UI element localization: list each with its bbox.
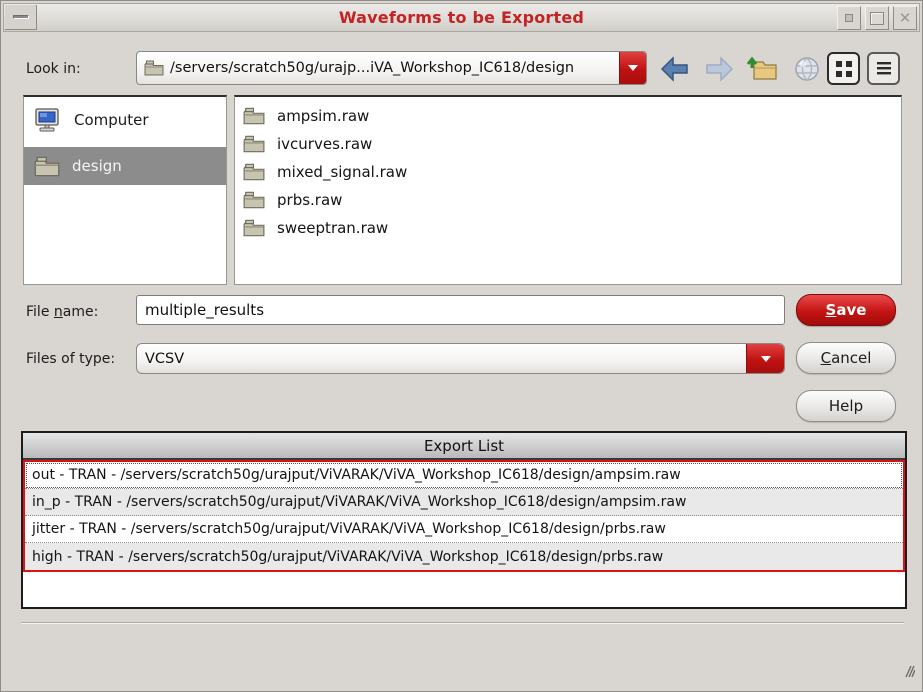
detail-view-button[interactable] — [867, 52, 900, 85]
file-item-label: mixed_signal.raw — [277, 163, 408, 181]
folder-icon — [243, 107, 265, 125]
file-list-panel: ampsim.raw ivcurves.raw mixed_signal.raw… — [234, 95, 902, 285]
file-item-ampsim[interactable]: ampsim.raw — [235, 102, 901, 130]
file-item-label: ivcurves.raw — [277, 135, 373, 153]
files-of-type-label: Files of type: — [26, 351, 116, 367]
sidebar-item-design[interactable]: design — [24, 147, 226, 185]
export-row[interactable]: out - TRAN - /servers/scratch50g/urajput… — [25, 462, 903, 489]
file-item-sweeptran[interactable]: sweeptran.raw — [235, 214, 901, 242]
icon-view-icon — [835, 60, 852, 77]
globe-icon — [795, 56, 819, 81]
look-in-combobox[interactable]: /servers/scratch50g/urajp...iVA_Workshop… — [136, 51, 647, 85]
files-of-type-dropdown-arrow[interactable] — [746, 344, 784, 373]
new-folder-button[interactable] — [789, 52, 825, 85]
cancel-button[interactable]: Cancel — [796, 342, 896, 374]
chevron-down-icon — [628, 65, 638, 71]
look-in-dropdown-arrow[interactable] — [619, 52, 646, 84]
close-icon: ✕ — [898, 8, 912, 27]
detail-view-icon — [876, 61, 891, 74]
save-button[interactable]: Save — [796, 294, 896, 326]
title-bar[interactable]: Waveforms to be Exported ✕ — [3, 3, 920, 32]
window-title: Waveforms to be Exported — [338, 8, 585, 27]
file-item-prbs[interactable]: prbs.raw — [235, 186, 901, 214]
export-row[interactable]: in_p - TRAN - /servers/scratch50g/urajpu… — [25, 489, 903, 516]
parent-directory-icon — [746, 56, 777, 80]
maximize-button[interactable] — [865, 6, 889, 30]
export-list-selection: out - TRAN - /servers/scratch50g/urajput… — [23, 460, 905, 572]
file-item-mixed-signal[interactable]: mixed_signal.raw — [235, 158, 901, 186]
export-row[interactable]: high - TRAN - /servers/scratch50g/urajpu… — [25, 543, 903, 570]
close-button[interactable]: ✕ — [893, 6, 917, 30]
folder-icon — [243, 191, 265, 209]
file-item-ivcurves[interactable]: ivcurves.raw — [235, 130, 901, 158]
back-button[interactable] — [657, 52, 693, 85]
sidebar-item-label: design — [72, 157, 122, 175]
computer-icon — [35, 108, 59, 132]
export-list-header: Export List — [23, 433, 905, 460]
minimize-icon — [845, 14, 853, 22]
folder-icon — [34, 156, 60, 176]
folder-icon — [243, 135, 265, 153]
export-dialog-window: Waveforms to be Exported ✕ Look in: /ser… — [0, 0, 923, 692]
files-of-type-combobox[interactable]: VCSV — [136, 343, 785, 374]
file-item-label: ampsim.raw — [277, 107, 370, 125]
file-name-input[interactable] — [136, 295, 785, 325]
current-path: /servers/scratch50g/urajp...iVA_Workshop… — [170, 60, 575, 76]
folder-icon — [243, 163, 265, 181]
export-row[interactable]: jitter - TRAN - /servers/scratch50g/uraj… — [25, 516, 903, 543]
sidebar-item-computer[interactable]: Computer — [24, 101, 226, 139]
forward-arrow-icon — [706, 55, 734, 82]
icon-view-button[interactable] — [827, 52, 860, 85]
folder-icon — [144, 60, 164, 76]
sidebar-item-label: Computer — [74, 111, 149, 129]
file-item-label: sweeptran.raw — [277, 219, 389, 237]
parent-directory-button[interactable] — [744, 52, 780, 85]
folder-icon — [243, 219, 265, 237]
minimize-button[interactable] — [837, 6, 861, 30]
back-arrow-icon — [660, 55, 688, 82]
places-sidebar: Computer design — [23, 95, 227, 285]
resize-grip[interactable] — [897, 662, 915, 678]
maximize-icon — [870, 11, 884, 25]
files-of-type-value: VCSV — [145, 350, 185, 367]
bottom-divider — [21, 622, 904, 624]
help-button[interactable]: Help — [796, 390, 896, 422]
forward-button[interactable] — [701, 52, 737, 85]
file-item-label: prbs.raw — [277, 191, 343, 209]
look-in-label: Look in: — [26, 61, 81, 77]
export-list-table: Export List out - TRAN - /servers/scratc… — [21, 431, 907, 609]
file-name-label: File name: — [26, 304, 99, 320]
resize-grip-icon — [905, 665, 915, 678]
chevron-down-icon — [760, 355, 771, 362]
